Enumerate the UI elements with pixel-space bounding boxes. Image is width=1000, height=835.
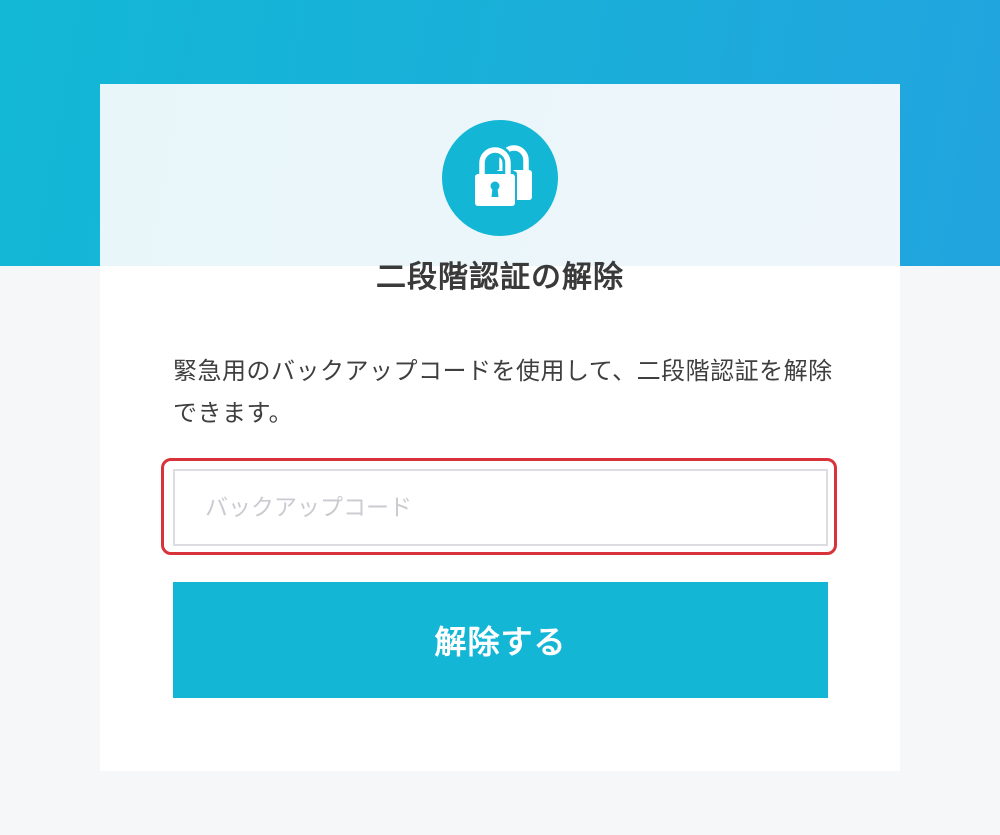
backup-code-input[interactable] <box>173 469 828 546</box>
page-title: 二段階認証の解除 <box>376 260 624 295</box>
padlocks-icon <box>472 144 532 208</box>
page: 二段階認証の解除 緊急用のバックアップコードを使用して、二段階認証を解除できます… <box>0 0 1000 835</box>
description-text: 緊急用のバックアップコードを使用して、二段階認証を解除できます。 <box>173 357 833 427</box>
disable-button[interactable]: 解除する <box>173 582 828 698</box>
disable-2fa-card: 二段階認証の解除 緊急用のバックアップコードを使用して、二段階認証を解除できます… <box>100 84 900 771</box>
lock-icon <box>442 120 558 236</box>
